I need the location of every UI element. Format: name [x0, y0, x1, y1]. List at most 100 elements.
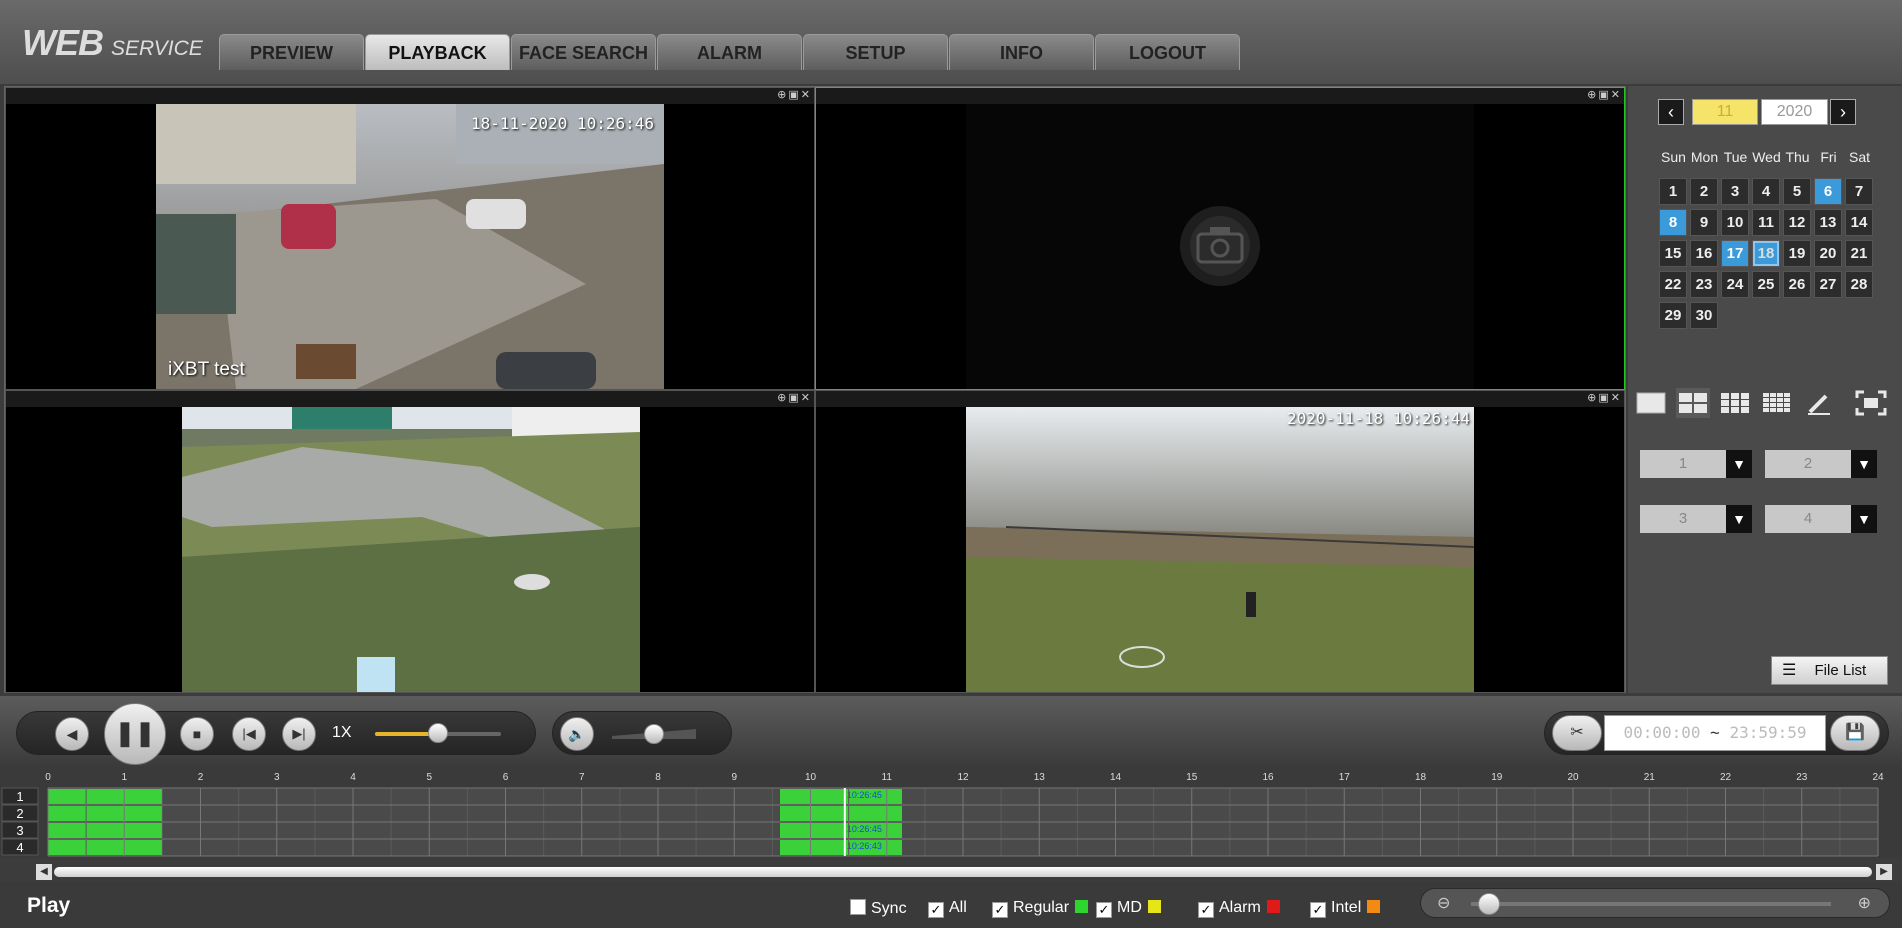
checkbox[interactable]: ✓: [928, 902, 944, 918]
close-icon[interactable]: ✕: [801, 88, 812, 101]
calendar-day-9[interactable]: 9: [1690, 209, 1718, 236]
calendar-day-22[interactable]: 22: [1659, 271, 1687, 298]
checkbox[interactable]: ✓: [992, 902, 1008, 918]
zoom-icon[interactable]: ⊕: [777, 88, 788, 101]
end-second[interactable]: 59: [1787, 723, 1806, 742]
calendar-day-26[interactable]: 26: [1783, 271, 1811, 298]
volume-slider-handle[interactable]: [644, 724, 664, 744]
channel-select-3[interactable]: 3 ▼: [1640, 505, 1752, 533]
prev-month-button[interactable]: ‹: [1658, 99, 1684, 125]
filter-alarm[interactable]: ✓ Alarm: [1198, 899, 1280, 918]
zoom-out-icon[interactable]: ⊖: [1437, 893, 1450, 913]
fullscreen-icon[interactable]: [1854, 388, 1888, 418]
calendar-day-4[interactable]: 4: [1752, 178, 1780, 205]
filter-sync[interactable]: Sync: [850, 899, 907, 918]
tab-face-search[interactable]: FACE SEARCH: [511, 34, 656, 70]
zoom-icon[interactable]: ⊕: [1587, 88, 1598, 101]
tab-preview[interactable]: PREVIEW: [219, 34, 364, 70]
checkbox[interactable]: ✓: [1096, 902, 1112, 918]
tab-alarm[interactable]: ALARM: [657, 34, 802, 70]
channel-select-4[interactable]: 4 ▼: [1765, 505, 1877, 533]
filter-md[interactable]: ✓ MD: [1096, 899, 1161, 918]
channel-select-2[interactable]: 2 ▼: [1765, 450, 1877, 478]
calendar-day-18[interactable]: 18: [1752, 240, 1780, 267]
split-4-icon[interactable]: [1676, 388, 1710, 418]
tab-playback[interactable]: PLAYBACK: [365, 34, 510, 70]
zoom-slider-handle[interactable]: [1478, 893, 1500, 915]
save-clip-button[interactable]: 💾: [1830, 715, 1880, 751]
calendar-day-15[interactable]: 15: [1659, 240, 1687, 267]
calendar-day-7[interactable]: 7: [1845, 178, 1873, 205]
pause-button[interactable]: ❚❚: [104, 703, 166, 765]
reverse-play-button[interactable]: ◀: [55, 717, 89, 751]
end-hour[interactable]: 23: [1729, 723, 1748, 742]
end-minute[interactable]: 59: [1758, 723, 1777, 742]
calendar-day-12[interactable]: 12: [1783, 209, 1811, 236]
timeline[interactable]: 0 1 2 3 4 5 6 7 8 9 10 11 12 13 14 15 16 17 18 19 20 21 22 23 24…: [0, 768, 1902, 858]
prev-frame-button[interactable]: |◀: [232, 717, 266, 751]
calendar-day-30[interactable]: 30: [1690, 302, 1718, 329]
snapshot-icon[interactable]: ▣: [1598, 88, 1610, 101]
video-pane-1[interactable]: ⊕▣✕ 18-11-2020 10:26:46 iXBT test: [5, 87, 815, 390]
video-pane-4[interactable]: ⊕▣✕ 2020-11-18 10:26:44: [815, 390, 1625, 693]
start-second[interactable]: 00: [1681, 723, 1700, 742]
snapshot-icon[interactable]: ▣: [788, 88, 800, 101]
zoom-icon[interactable]: ⊕: [1587, 391, 1598, 404]
calendar-day-23[interactable]: 23: [1690, 271, 1718, 298]
calendar-day-2[interactable]: 2: [1690, 178, 1718, 205]
calendar-day-21[interactable]: 21: [1845, 240, 1873, 267]
year-field[interactable]: 2020: [1761, 99, 1828, 125]
scroll-right-icon[interactable]: ▶: [1876, 864, 1892, 880]
calendar-day-6[interactable]: 6: [1814, 178, 1842, 205]
split-9-icon[interactable]: [1718, 388, 1752, 418]
checkbox[interactable]: ✓: [1198, 902, 1214, 918]
checkbox[interactable]: ✓: [1310, 902, 1326, 918]
filter-all[interactable]: ✓ All: [928, 899, 967, 918]
speed-slider-handle[interactable]: [428, 723, 448, 743]
edit-icon[interactable]: [1802, 388, 1836, 418]
timeline-scrollbar[interactable]: ◀ ▶: [36, 864, 1892, 880]
tab-setup[interactable]: SETUP: [803, 34, 948, 70]
clip-button[interactable]: ✂: [1552, 715, 1602, 751]
calendar-day-11[interactable]: 11: [1752, 209, 1780, 236]
calendar-day-20[interactable]: 20: [1814, 240, 1842, 267]
scroll-left-icon[interactable]: ◀: [36, 864, 52, 880]
calendar-day-25[interactable]: 25: [1752, 271, 1780, 298]
calendar-day-24[interactable]: 24: [1721, 271, 1749, 298]
zoom-in-icon[interactable]: ⊕: [1858, 893, 1871, 913]
tab-info[interactable]: INFO: [949, 34, 1094, 70]
calendar-day-16[interactable]: 16: [1690, 240, 1718, 267]
calendar-day-19[interactable]: 19: [1783, 240, 1811, 267]
calendar-day-27[interactable]: 27: [1814, 271, 1842, 298]
calendar-day-10[interactable]: 10: [1721, 209, 1749, 236]
start-hour[interactable]: 00: [1623, 723, 1642, 742]
calendar-day-5[interactable]: 5: [1783, 178, 1811, 205]
calendar-day-1[interactable]: 1: [1659, 178, 1687, 205]
filter-regular[interactable]: ✓ Regular: [992, 899, 1089, 918]
split-1-icon[interactable]: [1634, 388, 1668, 418]
zoom-slider[interactable]: [1471, 902, 1831, 906]
calendar-day-14[interactable]: 14: [1845, 209, 1873, 236]
next-frame-button[interactable]: ▶|: [282, 717, 316, 751]
video-pane-2[interactable]: ⊕▣✕: [815, 87, 1625, 390]
speed-slider[interactable]: [375, 723, 501, 743]
start-minute[interactable]: 00: [1652, 723, 1671, 742]
split-16-icon[interactable]: [1760, 388, 1794, 418]
filter-intel[interactable]: ✓ Intel: [1310, 899, 1381, 918]
zoom-icon[interactable]: ⊕: [777, 391, 788, 404]
mute-button[interactable]: 🔈: [560, 717, 594, 751]
month-field[interactable]: 11: [1692, 99, 1758, 125]
calendar-day-8[interactable]: 8: [1659, 209, 1687, 236]
calendar-day-3[interactable]: 3: [1721, 178, 1749, 205]
scroll-thumb[interactable]: [54, 867, 1872, 877]
calendar-day-28[interactable]: 28: [1845, 271, 1873, 298]
calendar-day-29[interactable]: 29: [1659, 302, 1687, 329]
close-icon[interactable]: ✕: [1611, 391, 1622, 404]
close-icon[interactable]: ✕: [801, 391, 812, 404]
close-icon[interactable]: ✕: [1611, 88, 1622, 101]
stop-button[interactable]: ■: [180, 717, 214, 751]
clip-time-range[interactable]: 00:00:00 ~ 23:59:59: [1604, 715, 1826, 751]
snapshot-icon[interactable]: ▣: [788, 391, 800, 404]
file-list-button[interactable]: ☰ File List: [1771, 656, 1888, 685]
next-month-button[interactable]: ›: [1830, 99, 1856, 125]
